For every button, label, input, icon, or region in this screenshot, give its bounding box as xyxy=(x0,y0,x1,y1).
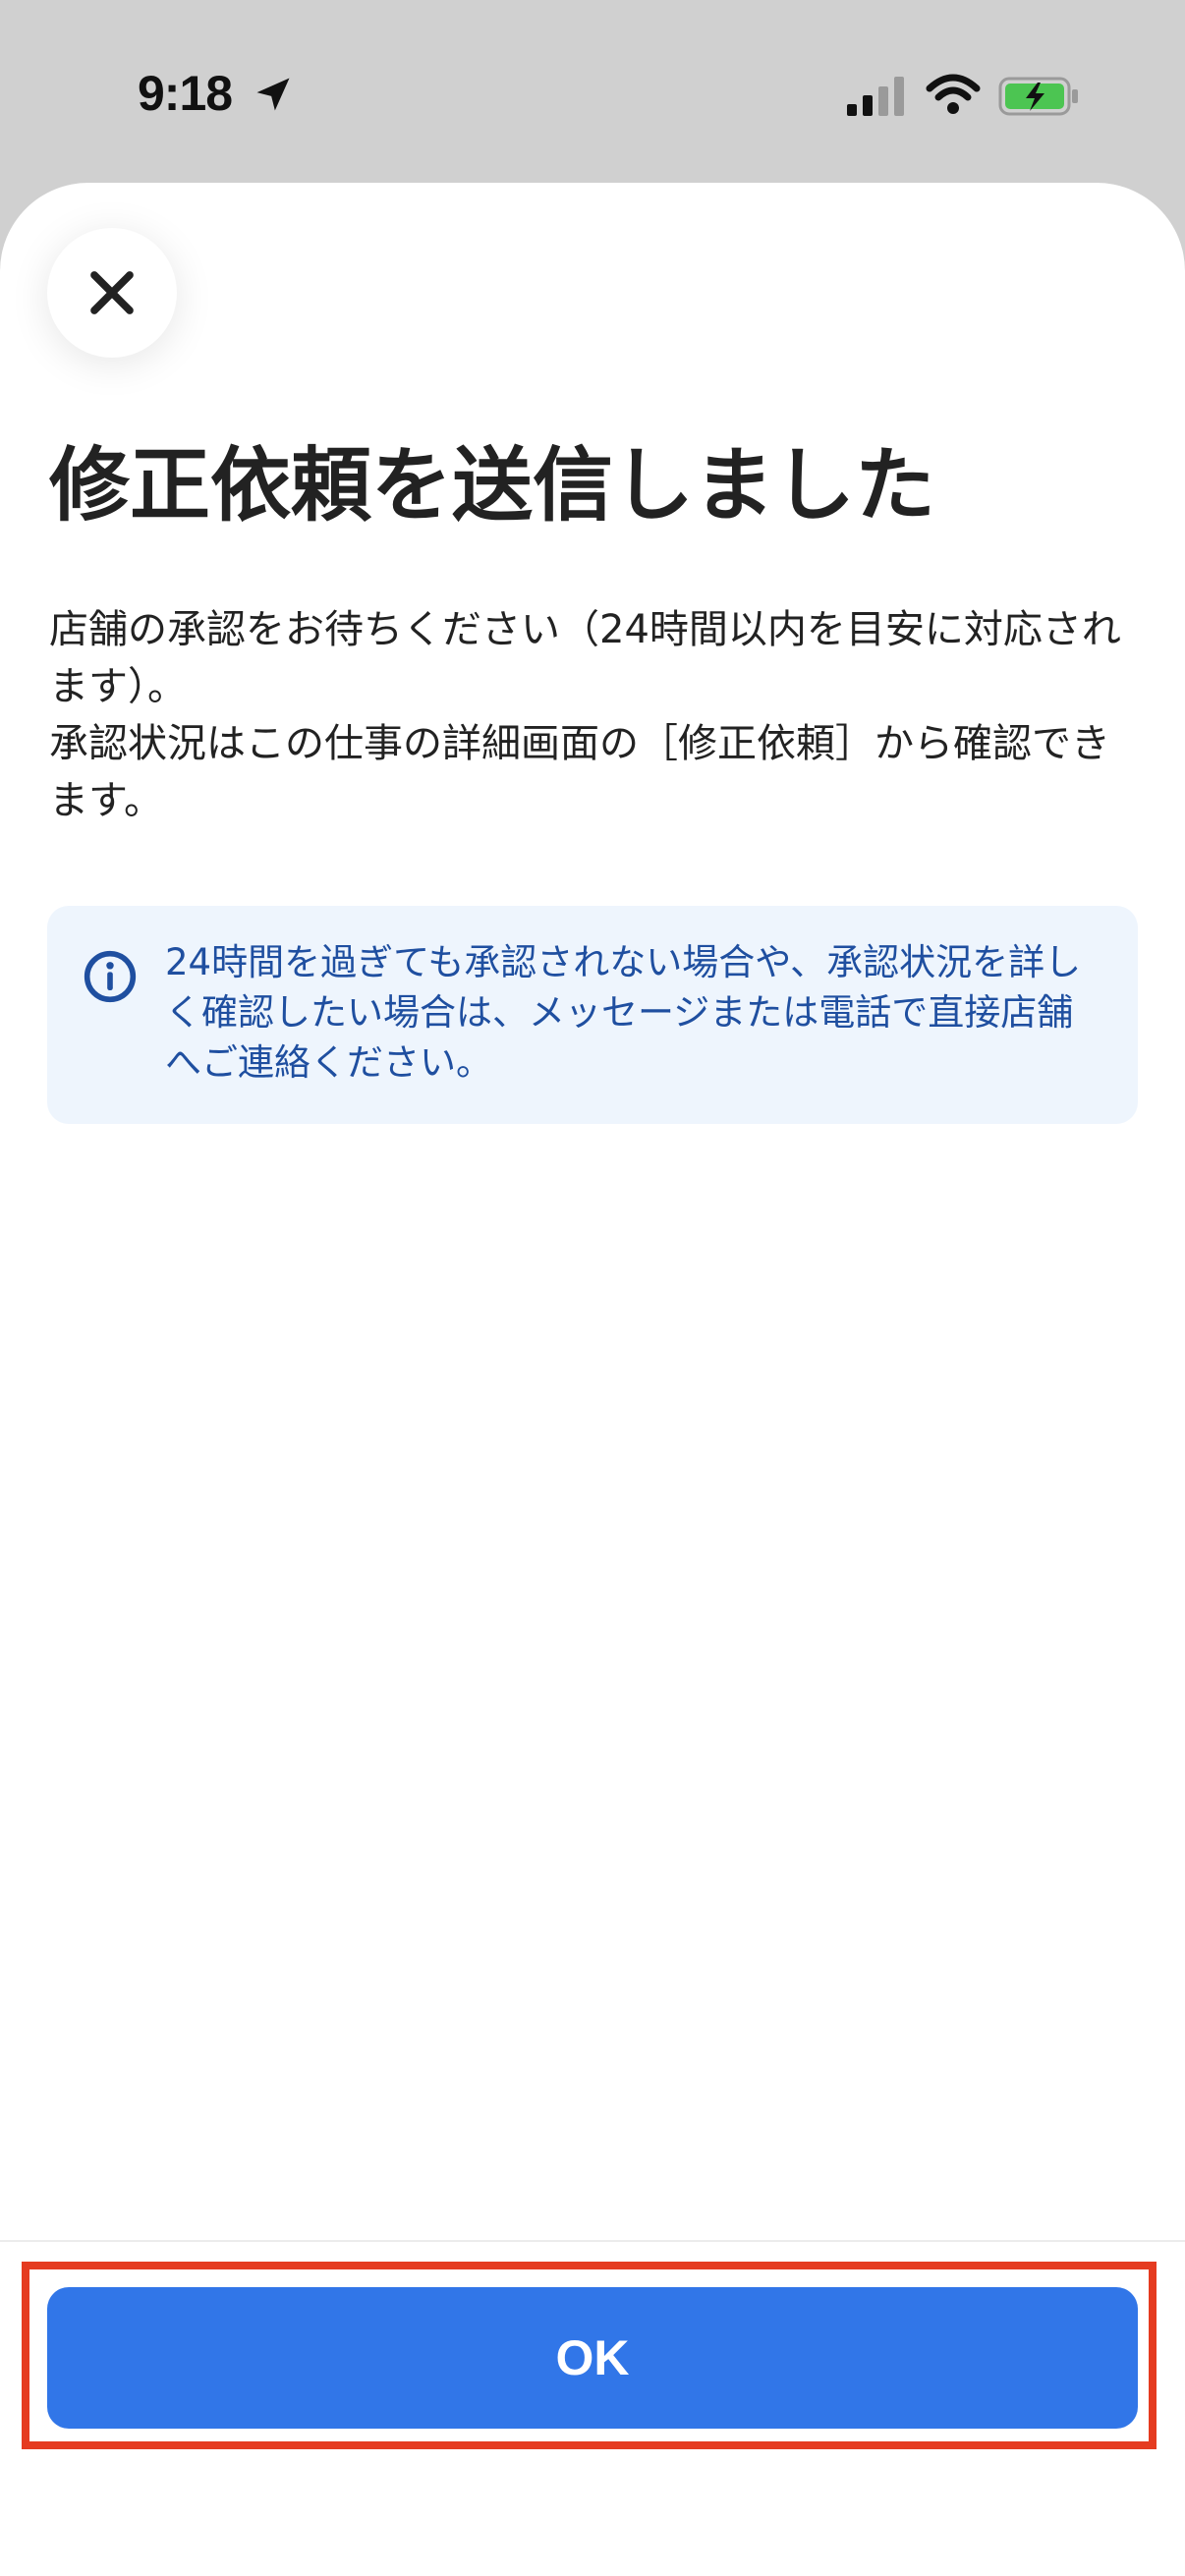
body-line-2: 承認状況はこの仕事の詳細画面の［修正依頼］から確認できます。 xyxy=(49,721,1110,823)
location-arrow-icon xyxy=(256,78,290,111)
status-bar: 9:18 xyxy=(0,0,1185,183)
info-icon xyxy=(84,950,137,1003)
info-notice: 24時間を過ぎても承認されない場合や、承認状況を詳しく確認したい場合は、メッセー… xyxy=(47,906,1138,1124)
cellular-signal-icon xyxy=(847,77,904,116)
wifi-icon xyxy=(926,74,981,114)
ok-button[interactable]: OK xyxy=(47,2287,1138,2429)
close-button[interactable] xyxy=(47,228,177,358)
modal-sheet xyxy=(0,183,1185,2576)
battery-charging-icon xyxy=(998,77,1078,116)
body-line-1: 店舗の承認をお待ちください（24時間以内を目安に対応されます）。 xyxy=(49,607,1121,709)
info-text: 24時間を過ぎても承認されない場合や、承認状況を詳しく確認したい場合は、メッセー… xyxy=(165,941,1082,1084)
page-title: 修正依頼を送信しました xyxy=(49,439,936,532)
close-icon xyxy=(90,271,134,314)
footer-divider xyxy=(0,2240,1185,2242)
body-text: 店舗の承認をお待ちください（24時間以内を目安に対応されます）。 承認状況はこの… xyxy=(49,601,1140,829)
status-time: 9:18 xyxy=(138,66,233,121)
